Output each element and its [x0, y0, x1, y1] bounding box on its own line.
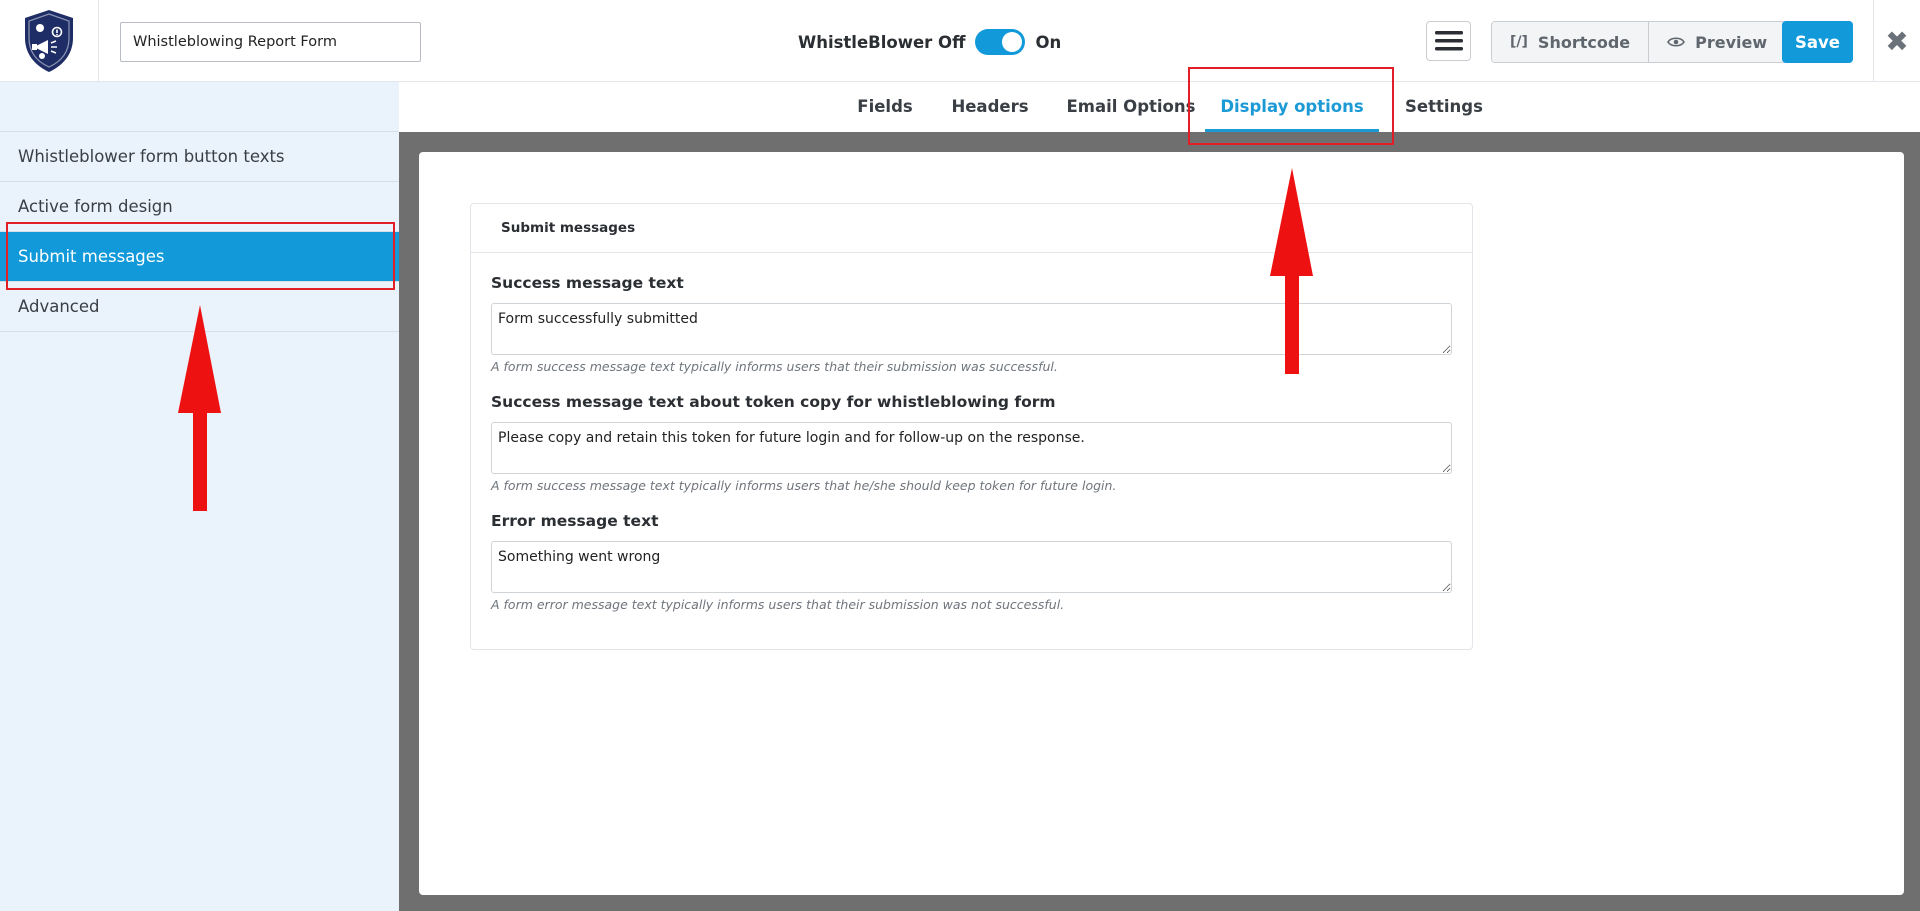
sidebar-item-label: Advanced: [18, 297, 100, 316]
tab-settings[interactable]: Settings: [1395, 82, 1493, 130]
shortcode-icon: [/]: [1510, 34, 1528, 50]
whistleblower-toggle-group: WhistleBlower Off On: [798, 28, 1061, 56]
save-button[interactable]: Save: [1782, 21, 1853, 63]
sidebar-item-label: Whistleblower form button texts: [18, 147, 285, 166]
highlight-box-display-options: [1188, 67, 1394, 145]
sidebar-item-button-texts[interactable]: Whistleblower form button texts: [0, 132, 399, 182]
logo-container: [0, 0, 99, 82]
hamburger-menu-button[interactable]: [1426, 21, 1471, 61]
save-label: Save: [1795, 32, 1840, 52]
error-message-field: Error message text Something went wrong …: [491, 512, 1452, 612]
tab-label: Email Options: [1066, 96, 1196, 116]
shortcode-button[interactable]: [/] Shortcode: [1492, 22, 1649, 62]
field-help-text: A form success message text typically in…: [491, 478, 1117, 493]
toggle-off-label: WhistleBlower Off: [798, 32, 966, 52]
card-title: Submit messages: [471, 204, 1472, 253]
token-message-textarea[interactable]: Please copy and retain this token for fu…: [491, 422, 1452, 474]
submit-messages-card: Submit messages Success message text For…: [470, 203, 1473, 650]
field-label: Success message text about token copy fo…: [491, 393, 1056, 411]
error-message-textarea[interactable]: Something went wrong: [491, 541, 1452, 593]
red-arrow-up-icon: [1270, 168, 1313, 374]
field-label: Error message text: [491, 512, 659, 530]
toggle-on-label: On: [1035, 32, 1062, 52]
close-icon: ✖: [1885, 24, 1909, 58]
tab-fields[interactable]: Fields: [840, 82, 930, 130]
tab-label: Settings: [1405, 96, 1483, 116]
preview-button[interactable]: Preview: [1648, 22, 1786, 62]
top-bar: WhistleBlower Off On [/] Shortcode Previ…: [0, 0, 1920, 82]
hamburger-icon: [1434, 31, 1463, 51]
shortcode-label: Shortcode: [1537, 32, 1631, 52]
field-help-text: A form error message text typically info…: [491, 597, 1065, 612]
close-button[interactable]: ✖: [1873, 0, 1920, 82]
token-message-field: Success message text about token copy fo…: [491, 393, 1452, 493]
sidebar-header-spacer: [0, 82, 399, 132]
red-arrow-up-icon: [178, 305, 221, 511]
form-name-input[interactable]: [120, 22, 421, 62]
preview-label: Preview: [1695, 32, 1768, 52]
eye-icon: [1667, 37, 1686, 47]
whistleblower-shield-logo: [25, 10, 73, 72]
whistleblower-toggle-switch[interactable]: [975, 29, 1026, 55]
tab-label: Fields: [857, 96, 913, 116]
tab-headers[interactable]: Headers: [942, 82, 1038, 130]
toggle-knob: [1002, 32, 1023, 52]
highlight-box-submit-messages: [6, 222, 395, 290]
tab-label: Headers: [951, 96, 1029, 116]
shortcode-preview-group: [/] Shortcode Preview: [1491, 21, 1787, 63]
sidebar-item-label: Active form design: [18, 197, 173, 216]
tab-email-options[interactable]: Email Options: [1058, 82, 1204, 130]
tab-bar: Fields Headers Email Options Display opt…: [399, 82, 1920, 132]
